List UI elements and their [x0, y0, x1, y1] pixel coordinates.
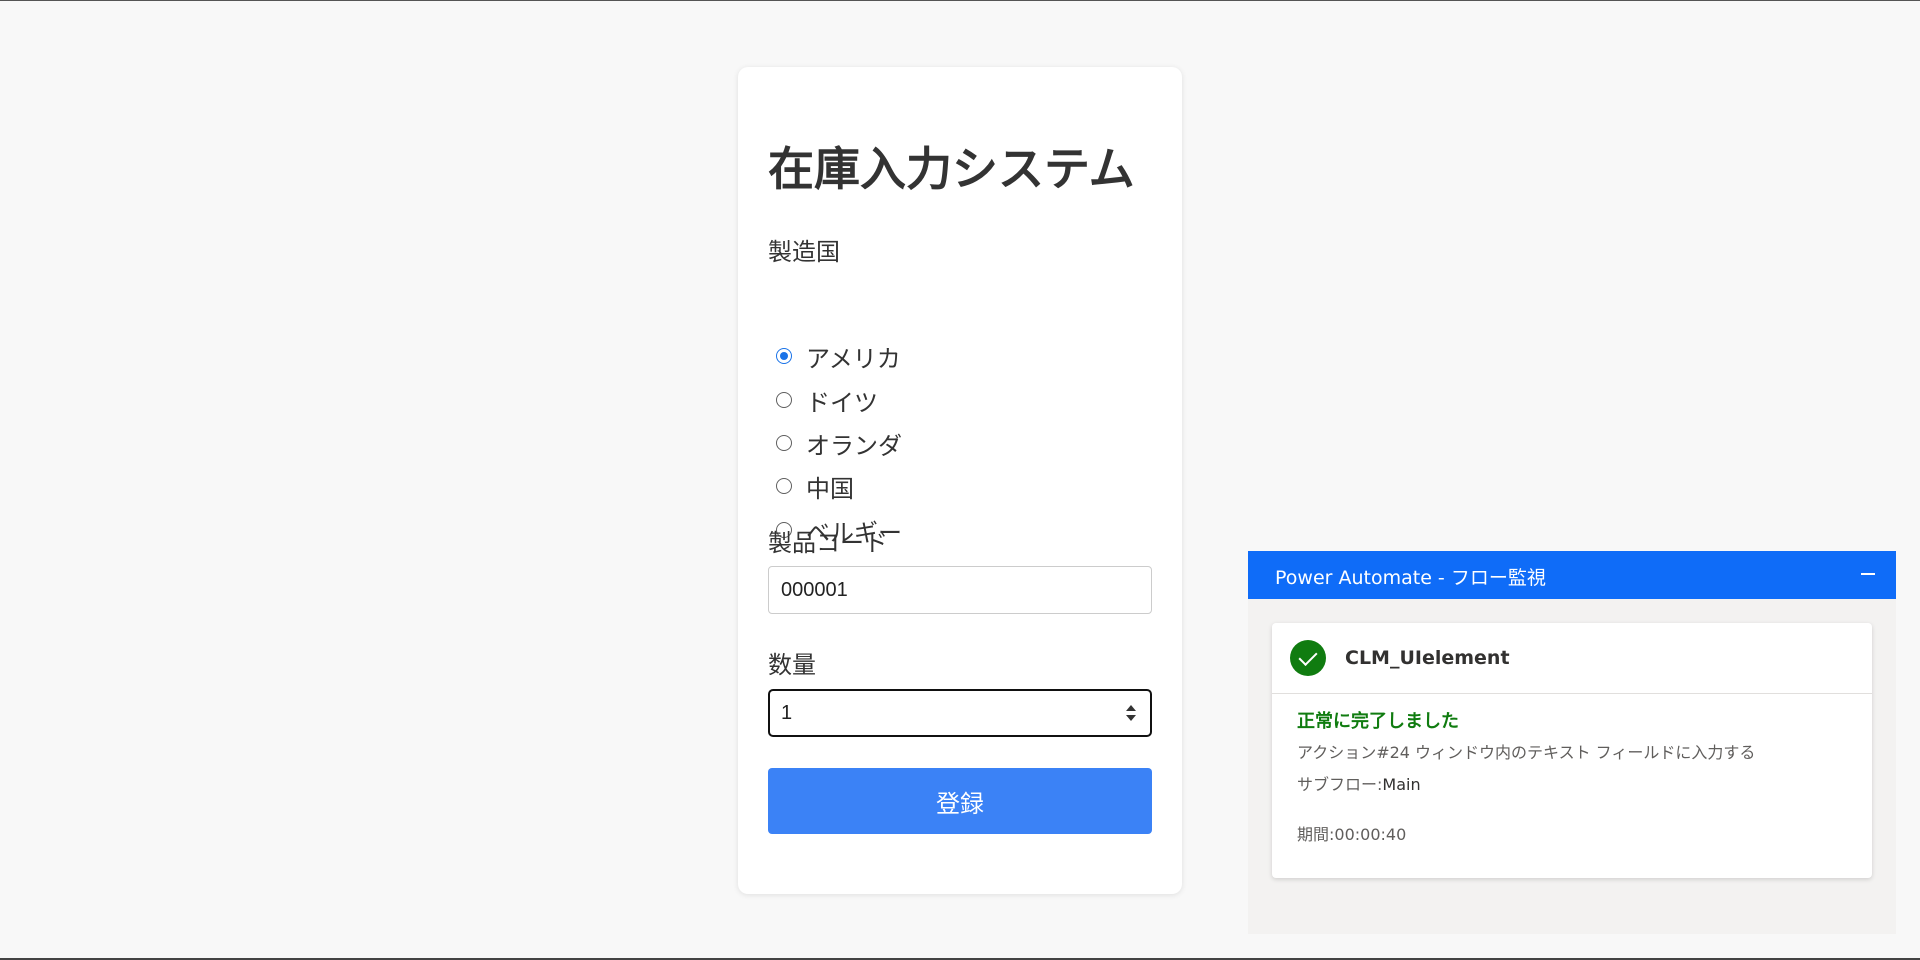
radio-button[interactable]	[776, 478, 792, 494]
country-option-label: オランダ	[806, 431, 902, 460]
action-text: アクション#24 ウィンドウ内のテキスト フィールドに入力する	[1297, 743, 1756, 762]
product-code-value: 000001	[781, 578, 848, 601]
country-option-label: アメリカ	[806, 344, 901, 373]
quantity-label: 数量	[768, 651, 816, 679]
window-top-border	[0, 0, 1920, 1]
duration-label: 期間:	[1297, 825, 1335, 844]
duration-info: 期間:00:00:40	[1297, 821, 1406, 845]
subflow-info: サブフロー:Main	[1297, 771, 1421, 795]
radio-button-checked[interactable]	[776, 348, 792, 364]
flow-status-header: CLM_UIelement	[1272, 623, 1872, 694]
product-code-label: 製品コード	[768, 529, 888, 557]
power-automate-monitor-panel: Power Automate - フロー監視 CLM_UIelement 正常に…	[1248, 551, 1896, 934]
spin-up-icon[interactable]	[1126, 705, 1136, 711]
country-option-china[interactable]: 中国	[776, 471, 854, 503]
status-text: 正常に完了しました	[1297, 711, 1459, 732]
success-check-icon	[1290, 640, 1326, 676]
country-option-germany[interactable]: ドイツ	[776, 385, 878, 417]
register-button[interactable]: 登録	[768, 768, 1152, 834]
panel-title: Power Automate - フロー監視	[1275, 567, 1546, 589]
country-option-netherlands[interactable]: オランダ	[776, 428, 902, 460]
country-option-america[interactable]: アメリカ	[776, 341, 901, 373]
country-option-label: ドイツ	[806, 388, 878, 417]
panel-header: Power Automate - フロー監視	[1248, 551, 1896, 599]
radio-button[interactable]	[776, 392, 792, 408]
minimize-icon[interactable]	[1856, 561, 1880, 585]
quantity-value: 1	[781, 701, 793, 724]
country-option-label: 中国	[806, 474, 854, 503]
country-label: 製造国	[768, 238, 840, 266]
subflow-value: Main	[1382, 775, 1421, 794]
inventory-form-card: 在庫入力システム 製造国 アメリカ ドイツ オランダ 中国 ベルギー 製品コード…	[738, 67, 1182, 894]
spin-down-icon[interactable]	[1126, 715, 1136, 721]
subflow-label: サブフロー:	[1297, 775, 1383, 794]
quantity-input[interactable]: 1	[768, 689, 1152, 737]
quantity-stepper[interactable]	[1124, 703, 1138, 723]
flow-name: CLM_UIelement	[1345, 647, 1510, 669]
radio-button[interactable]	[776, 435, 792, 451]
flow-status-card: CLM_UIelement 正常に完了しました アクション#24 ウィンドウ内の…	[1272, 623, 1872, 878]
page-title: 在庫入力システム	[768, 142, 1135, 196]
product-code-input[interactable]: 000001	[768, 566, 1152, 614]
duration-value: 00:00:40	[1334, 825, 1407, 844]
